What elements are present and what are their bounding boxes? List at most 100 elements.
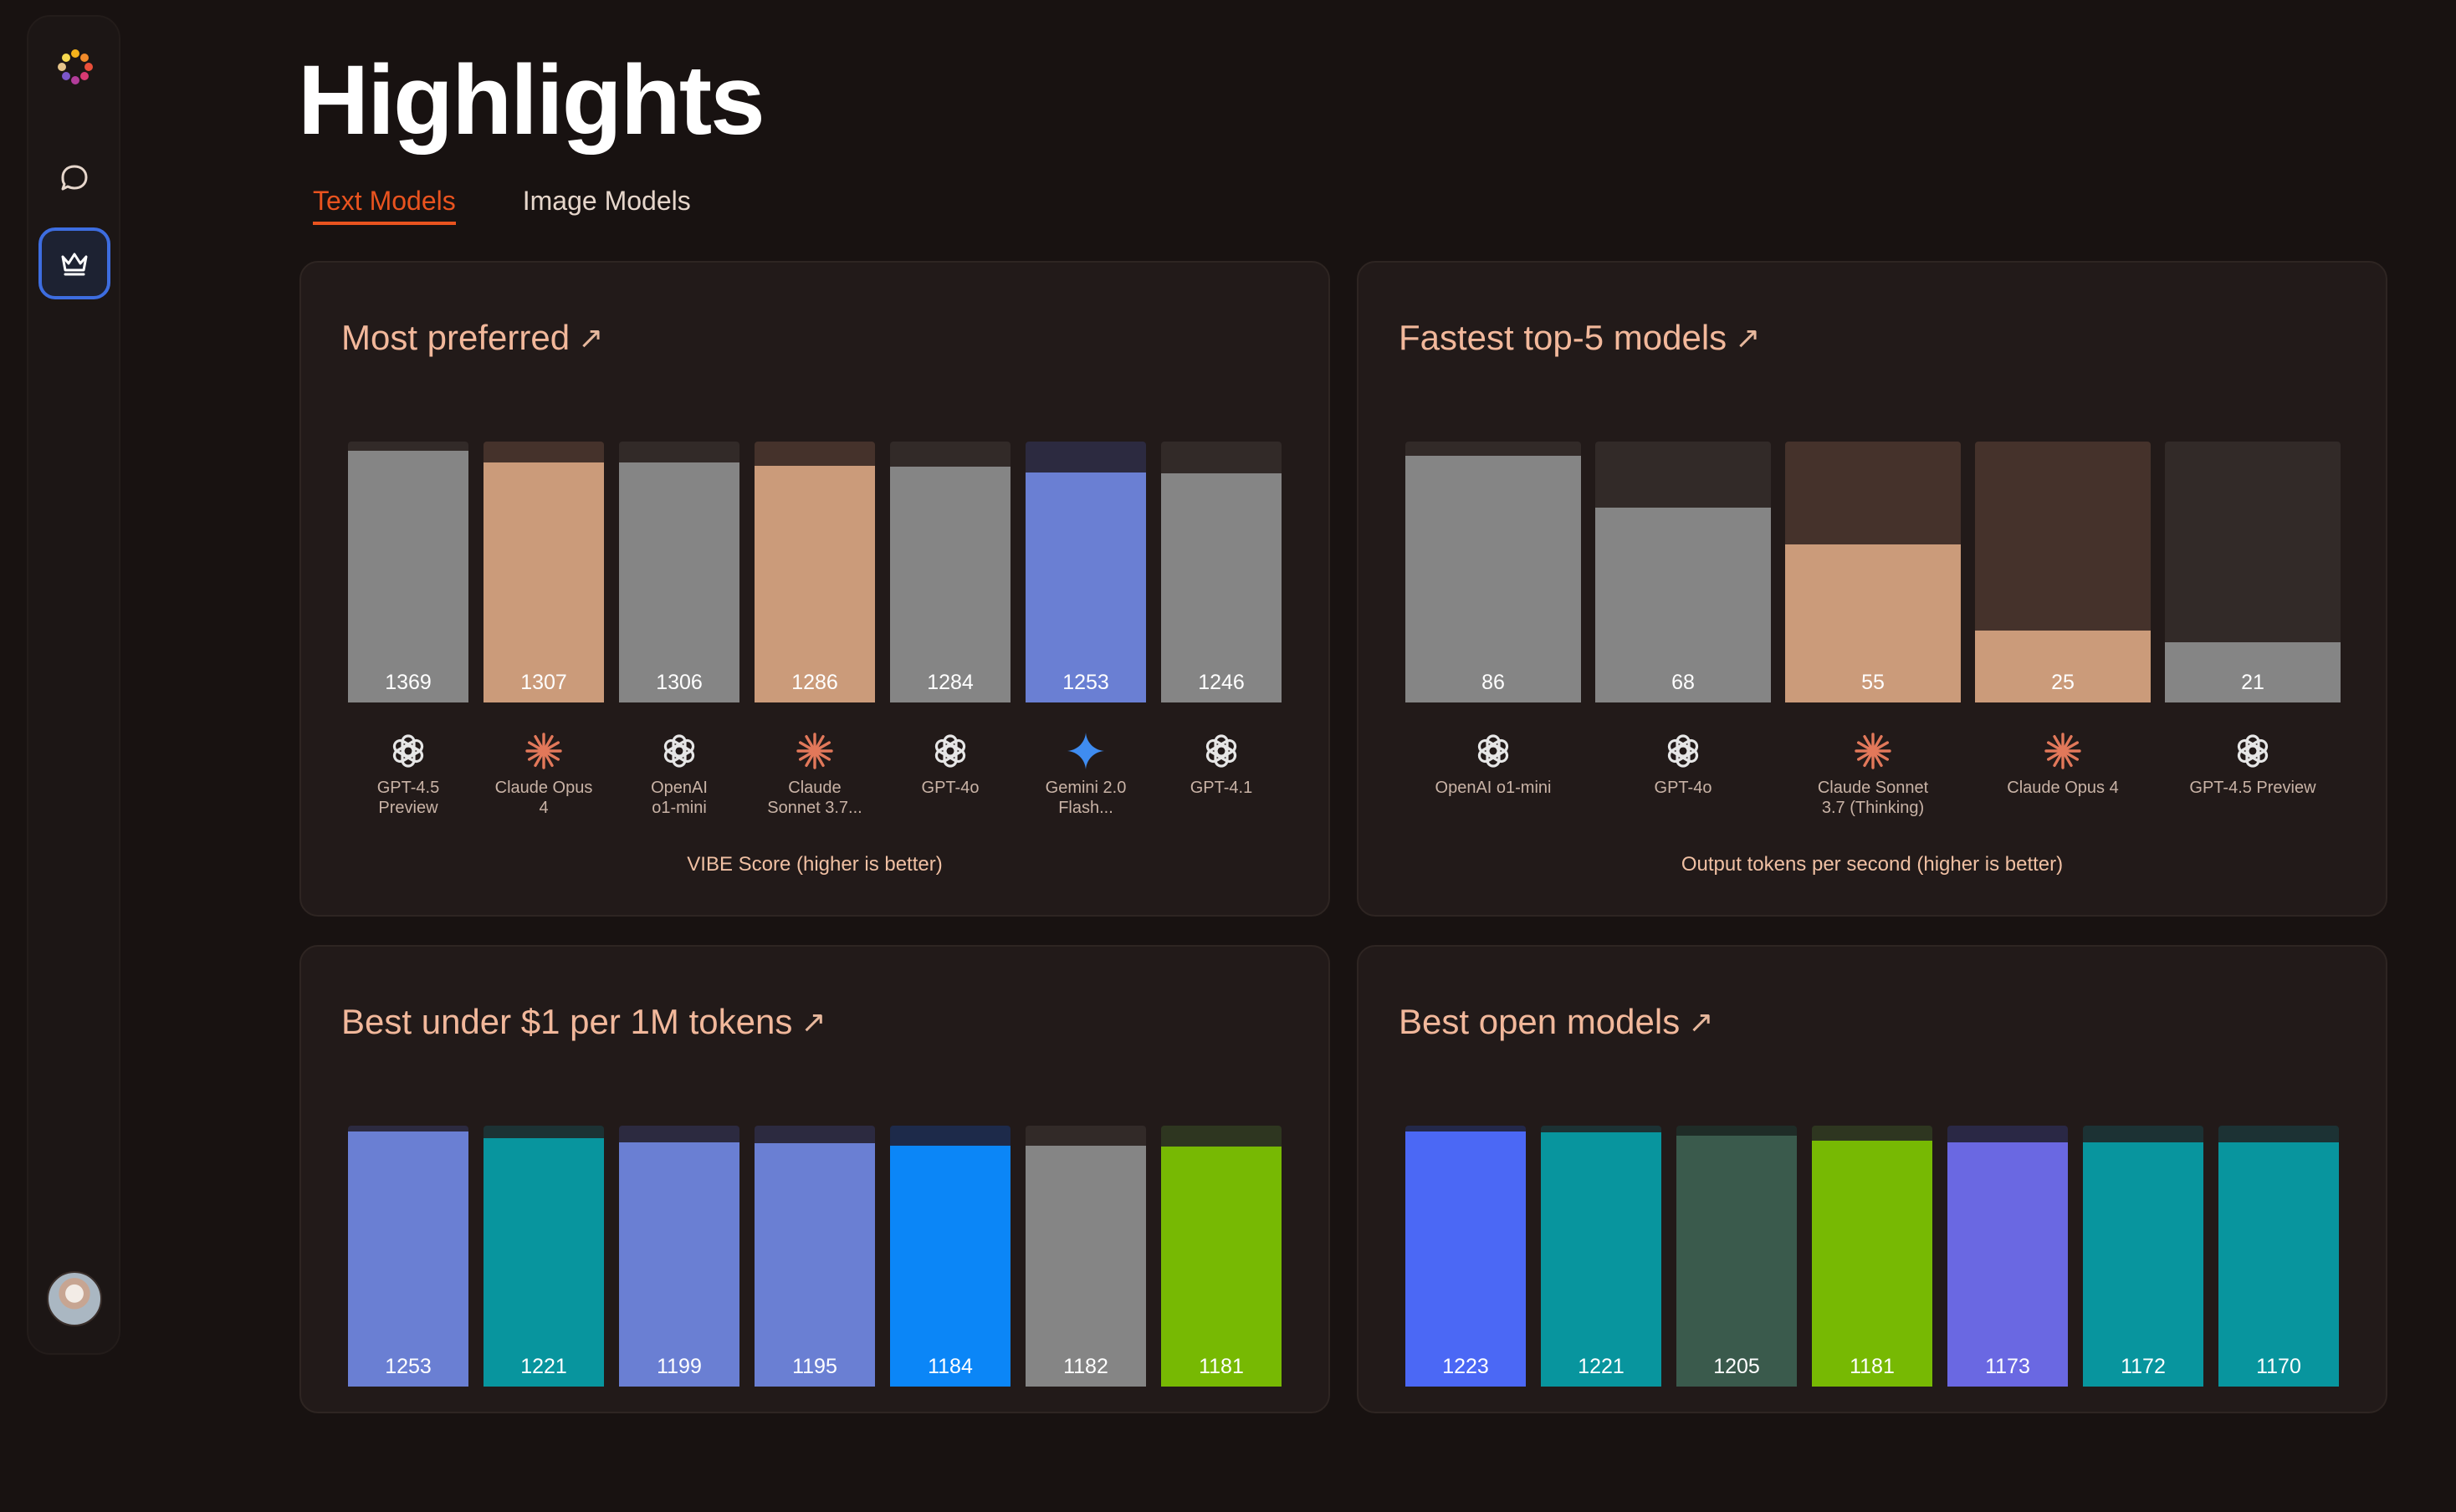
bar-value-label: 1253 [1062,671,1109,694]
leaderboard-nav-button[interactable] [38,227,110,299]
bar [2083,1142,2203,1387]
chat-icon [61,165,88,191]
model-name-line: Flash... [1058,799,1113,817]
bar-column[interactable]: 1221 [1541,1126,1661,1512]
model-name-line: o1-mini [652,799,707,817]
page-title: Highlights [298,45,765,156]
bar-column[interactable]: 1181 [1161,1126,1282,1512]
bar-value-label: 1205 [1713,1355,1760,1378]
bar-column[interactable]: 1221 [484,1126,604,1512]
claude-icon [795,731,835,771]
bar-track [619,1126,739,1387]
model-name: Claude Sonnet 3.7... [746,778,883,818]
bar [1026,472,1146,702]
bar [890,466,1011,702]
bar-column[interactable]: 1172 [2083,1126,2203,1512]
bar-column[interactable]: 86 OpenAI o1-mini [1405,442,1581,828]
bar-value-label: 1306 [656,671,703,694]
best-under-1-card: Best under $1 per 1M tokens ↗ 1253 1221 119… [299,945,1330,1413]
bar-column[interactable]: 1199 [619,1126,739,1512]
bar [348,451,468,702]
model-name-line: GPT-4.5 [376,779,440,797]
bar-track [2165,442,2341,702]
bar-column[interactable]: 1170 [2218,1126,2339,1512]
model-name-line: Claude Sonnet [1817,779,1929,797]
bar-column[interactable]: 1246 GPT-4.1 [1161,442,1282,828]
bar-column[interactable]: 25 Claude Opus 4 [1975,442,2151,828]
bar-column[interactable]: 1182 [1026,1126,1146,1512]
bar [619,462,739,702]
bar-track [1405,1126,1526,1387]
bar [1161,1146,1282,1387]
bar-value-label: 1369 [385,671,432,694]
bar-value-label: 1195 [792,1355,837,1378]
bar-track [1541,1126,1661,1387]
bar [1812,1140,1932,1387]
axis-caption: Output tokens per second (higher is bett… [1681,853,2064,876]
tab-image-models[interactable]: Image Models [523,186,691,225]
user-avatar[interactable] [47,1271,102,1326]
openai-icon [659,731,699,771]
claude-icon [1853,731,1893,771]
bar [1026,1146,1146,1387]
bar-column[interactable]: 1173 [1947,1126,2068,1512]
bar-column[interactable]: 1306 OpenAI o1-mini [619,442,739,828]
bar-track [2083,1126,2203,1387]
model-name: Claude Sonnet 3.7 (Thinking) [1777,778,1969,818]
openai-icon [1201,731,1241,771]
bar [1541,1131,1661,1387]
bar-track [1595,442,1771,702]
claude-icon [2043,731,2083,771]
model-name-line: 3.7 (Thinking) [1821,799,1925,817]
model-name: GPT-4.5 Preview [2157,778,2349,798]
model-name-line: OpenAI o1-mini [1435,779,1552,797]
bar-column[interactable]: 1181 [1812,1126,1932,1512]
model-name: GPT-4o [882,778,1019,798]
bar-value-label: 1284 [927,671,974,694]
bar-value-label: 1182 [1063,1355,1108,1378]
bar [1161,473,1282,702]
bar-value-label: 1246 [1198,671,1245,694]
bar-column[interactable]: 1205 [1676,1126,1797,1512]
model-name: OpenAI o1-mini [611,778,748,818]
model-name-line: Claude Opus [494,779,593,797]
tab-text-models[interactable]: Text Models [313,186,456,225]
bar-column[interactable]: 1223 [1405,1126,1526,1512]
bar [1405,456,1581,702]
bar [755,466,875,702]
bar-column[interactable]: 1284 GPT-4o [890,442,1011,828]
bar [755,1143,875,1387]
bar-column[interactable]: 1253 Gemini 2.0 Flash... [1026,442,1146,828]
bar-value-label: 21 [2241,671,2264,694]
model-name-line: GPT-4o [921,779,980,797]
bar-column[interactable]: 1369 GPT-4.5 Preview [348,442,468,828]
sidebar [27,15,120,1355]
model-name: GPT-4o [1587,778,1779,798]
bar-value-label: 1181 [1850,1355,1895,1378]
gemini-icon [1066,731,1106,771]
bar [1947,1142,2068,1387]
openai-icon [1663,731,1703,771]
app-logo-icon[interactable] [49,40,102,94]
bar [1676,1135,1797,1387]
bar [619,1142,739,1387]
model-name: GPT-4.1 [1153,778,1290,798]
bar-track [890,1126,1011,1387]
bar-track [348,1126,468,1387]
bar-column[interactable]: 55 Claude Sonnet 3.7 (Thinking) [1785,442,1961,828]
bar-column[interactable]: 1286 Claude Sonnet 3.7... [755,442,875,828]
bar-column[interactable]: 1184 [890,1126,1011,1512]
bar-column[interactable]: 1195 [755,1126,875,1512]
bar-track [1975,442,2151,702]
model-name-line: Claude [788,779,842,797]
bar-value-label: 1173 [1985,1355,2030,1378]
model-name-line: Sonnet 3.7... [767,799,862,817]
bar-chart: 1223 1221 1205 1181 1173 1172 1170 [1358,947,2386,1412]
bar-value-label: 1221 [520,1355,567,1378]
bar-column[interactable]: 21 GPT-4.5 Preview [2165,442,2341,828]
bar-column[interactable]: 68 GPT-4o [1595,442,1771,828]
chat-nav-button[interactable] [38,142,110,214]
bar-column[interactable]: 1253 [348,1126,468,1512]
bar-column[interactable]: 1307 Claude Opus 4 [484,442,604,828]
bar-value-label: 1199 [657,1355,702,1378]
